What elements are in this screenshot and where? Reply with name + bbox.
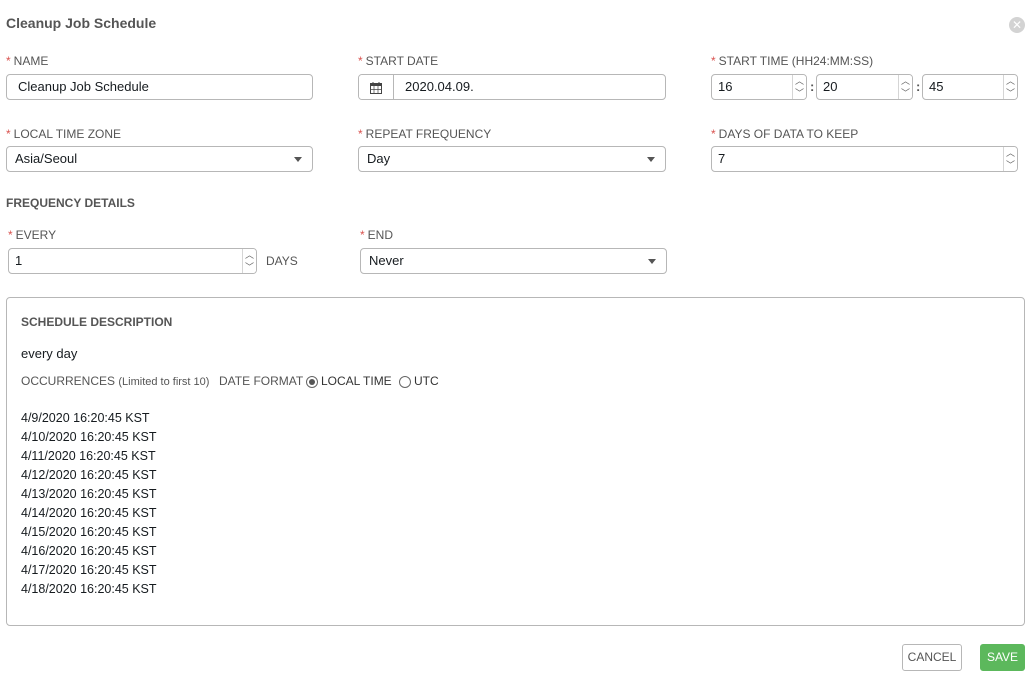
chevron-up-icon[interactable]: ︿ (899, 75, 912, 87)
list-item: 4/17/2020 16:20:45 KST (21, 563, 157, 577)
chevron-down-icon[interactable]: ﹀ (1004, 87, 1017, 99)
chevron-up-icon[interactable]: ︿ (1004, 147, 1017, 159)
required-marker: * (8, 228, 13, 242)
save-button[interactable]: SAVE (980, 644, 1025, 671)
every-input[interactable]: 1 ︿ ﹀ (8, 248, 257, 274)
chevron-up-icon[interactable]: ︿ (243, 249, 256, 261)
start-time-seconds-value: 45 (929, 79, 944, 94)
chevron-down-icon[interactable]: ﹀ (899, 87, 912, 99)
schedule-summary: every day (21, 346, 78, 361)
end-select[interactable]: Never (360, 248, 667, 274)
date-format-label: DATE FORMAT (219, 374, 304, 388)
list-item: 4/14/2020 16:20:45 KST (21, 506, 157, 520)
start-date-label: * START DATE (358, 54, 439, 68)
required-marker: * (358, 127, 363, 141)
time-zone-select[interactable]: Asia/Seoul (6, 146, 313, 172)
list-item: 4/18/2020 16:20:45 KST (21, 582, 157, 596)
start-date-input[interactable]: 2020.04.09. (405, 75, 474, 99)
days-to-keep-label: * DAYS OF DATA TO KEEP (711, 127, 859, 141)
time-zone-label: * LOCAL TIME ZONE (6, 127, 122, 141)
frequency-details-heading: FREQUENCY DETAILS (6, 196, 135, 210)
start-time-label: * START TIME (HH24:MM:SS) (711, 54, 874, 68)
local-time-radio-label[interactable]: LOCAL TIME (321, 374, 392, 388)
chevron-up-icon[interactable]: ︿ (793, 75, 806, 87)
minutes-stepper[interactable]: ︿ ﹀ (898, 75, 912, 99)
utc-radio-label[interactable]: UTC (414, 374, 439, 388)
list-item: 4/11/2020 16:20:45 KST (21, 449, 156, 463)
list-item: 4/10/2020 16:20:45 KST (21, 430, 157, 444)
cancel-button[interactable]: CANCEL (902, 644, 962, 671)
name-input[interactable]: Cleanup Job Schedule (6, 74, 313, 100)
seconds-stepper[interactable]: ︿ ﹀ (1003, 75, 1017, 99)
name-label: * NAME (6, 54, 49, 68)
required-marker: * (6, 54, 11, 68)
list-item: 4/13/2020 16:20:45 KST (21, 487, 157, 501)
schedule-description-heading: SCHEDULE DESCRIPTION (21, 315, 173, 329)
required-marker: * (360, 228, 365, 242)
occurrences-note: (Limited to first 10) (118, 376, 210, 388)
schedule-description-panel: SCHEDULE DESCRIPTION every day OCCURRENC… (6, 297, 1025, 626)
start-time-hours-value: 16 (718, 79, 733, 94)
repeat-frequency-label: * REPEAT FREQUENCY (358, 127, 492, 141)
close-icon[interactable]: ✕ (1009, 17, 1025, 33)
start-time-seconds-input[interactable]: 45 ︿ ﹀ (922, 74, 1018, 100)
every-stepper[interactable]: ︿ ﹀ (242, 249, 256, 273)
caret-down-icon (294, 157, 302, 162)
chevron-down-icon[interactable]: ﹀ (793, 87, 806, 99)
start-date-picker: 2020.04.09. (358, 74, 666, 100)
every-value: 1 (15, 253, 23, 268)
end-value: Never (369, 253, 404, 268)
repeat-frequency-value: Day (367, 151, 391, 166)
start-time-minutes-input[interactable]: 20 ︿ ﹀ (816, 74, 913, 100)
days-to-keep-stepper[interactable]: ︿ ﹀ (1003, 147, 1017, 171)
modal-title: Cleanup Job Schedule (6, 15, 157, 31)
start-time-hours-input[interactable]: 16 ︿ ﹀ (711, 74, 807, 100)
chevron-down-icon[interactable]: ﹀ (243, 261, 256, 273)
hours-stepper[interactable]: ︿ ﹀ (792, 75, 806, 99)
list-item: 4/9/2020 16:20:45 KST (21, 411, 150, 425)
occurrences-label: OCCURRENCES (Limited to first 10) (21, 374, 210, 388)
every-unit-label: DAYS (266, 254, 298, 268)
occurrences-list: 4/9/2020 16:20:45 KST 4/10/2020 16:20:45… (21, 409, 157, 599)
list-item: 4/15/2020 16:20:45 KST (21, 525, 157, 539)
local-time-radio[interactable] (306, 376, 318, 388)
chevron-down-icon[interactable]: ﹀ (1004, 159, 1017, 171)
calendar-icon[interactable] (359, 75, 394, 99)
list-item: 4/16/2020 16:20:45 KST (21, 544, 157, 558)
time-zone-value: Asia/Seoul (15, 151, 78, 166)
time-separator: : (916, 79, 921, 94)
required-marker: * (6, 127, 11, 141)
days-to-keep-value: 7 (718, 151, 726, 166)
every-label: * EVERY (8, 228, 57, 242)
chevron-up-icon[interactable]: ︿ (1004, 75, 1017, 87)
end-label: * END (360, 228, 394, 242)
repeat-frequency-select[interactable]: Day (358, 146, 666, 172)
required-marker: * (358, 54, 363, 68)
caret-down-icon (647, 157, 655, 162)
start-time-minutes-value: 20 (823, 79, 838, 94)
utc-radio[interactable] (399, 376, 411, 388)
required-marker: * (711, 127, 716, 141)
time-separator: : (810, 79, 815, 94)
list-item: 4/12/2020 16:20:45 KST (21, 468, 157, 482)
days-to-keep-input[interactable]: 7 ︿ ﹀ (711, 146, 1018, 172)
required-marker: * (711, 54, 716, 68)
caret-down-icon (648, 259, 656, 264)
